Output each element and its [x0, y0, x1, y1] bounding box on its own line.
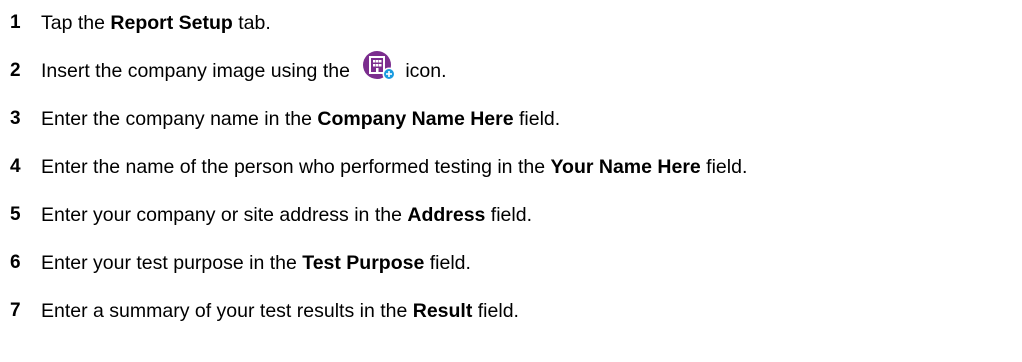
- step-text-part: Enter your test purpose in the: [41, 252, 303, 274]
- step-text: Enter a summary of your test results in …: [41, 296, 519, 326]
- step-text: Enter your test purpose in the Test Purp…: [41, 248, 471, 278]
- step-text-part: Enter your company or site address in th…: [41, 204, 408, 226]
- ui-label-report-setup: Report Setup: [110, 12, 233, 34]
- step-number: 4: [10, 156, 21, 177]
- step-text-part: field.: [513, 108, 561, 130]
- step-text-part: field.: [485, 204, 532, 226]
- step-number: 6: [10, 252, 21, 273]
- step-number: 1: [10, 12, 21, 33]
- ui-label-address: Address: [407, 204, 486, 226]
- step-text: Insert the company image using the icon.: [41, 51, 447, 87]
- step-text-part: Tap the: [41, 12, 111, 34]
- step-text-part: Insert the company image using the: [41, 59, 356, 82]
- step-text-part: tab.: [232, 12, 271, 34]
- step-number: 5: [10, 204, 21, 225]
- ui-label-your-name-here: Your Name Here: [550, 156, 701, 178]
- ui-label-result: Result: [412, 300, 473, 322]
- step-text-part: Enter a summary of your test results in …: [41, 300, 413, 322]
- step-text-part: Enter the company name in the: [41, 108, 318, 130]
- ui-label-company-name-here: Company Name Here: [317, 108, 514, 130]
- step-number: 2: [10, 60, 21, 81]
- step-number: 3: [10, 108, 21, 129]
- step-number: 7: [10, 300, 21, 321]
- ui-label-test-purpose: Test Purpose: [302, 252, 425, 274]
- step-text-part: icon.: [405, 59, 447, 82]
- step-text: Enter the name of the person who perform…: [41, 152, 747, 182]
- step-text-part: field.: [472, 300, 519, 322]
- step-text: Tap the Report Setup tab.: [41, 8, 271, 38]
- step-text-part: field.: [424, 252, 471, 274]
- step-text: Enter the company name in the Company Na…: [41, 104, 560, 134]
- step-text: Enter your company or site address in th…: [41, 200, 532, 230]
- step-text-part: Enter the name of the person who perform…: [41, 156, 551, 178]
- building-add-icon: [361, 51, 397, 86]
- step-text-part: field.: [700, 156, 748, 178]
